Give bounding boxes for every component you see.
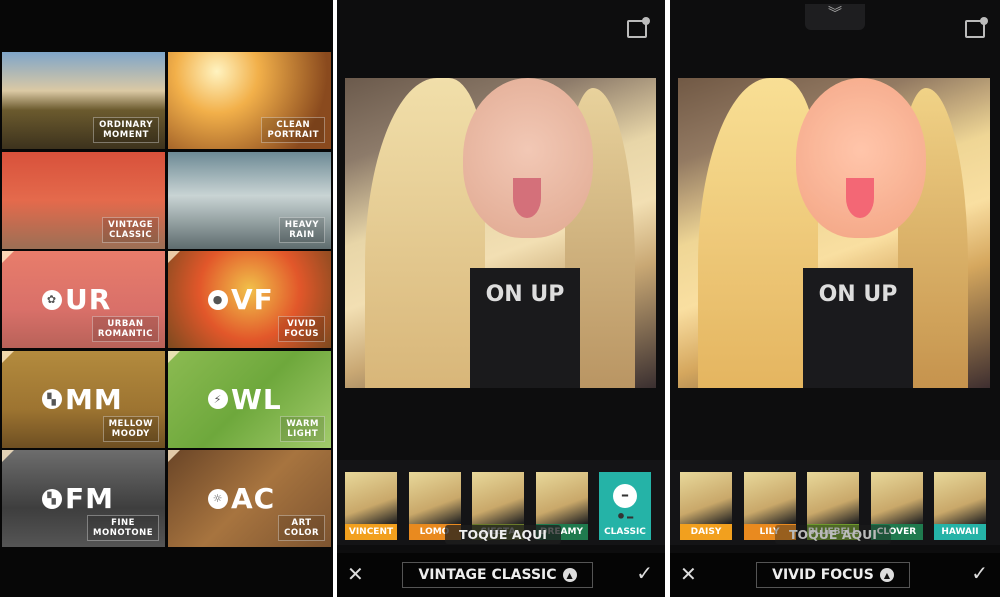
preset-abbreviation: ☼ AC [208, 482, 275, 515]
preset-tile[interactable]: ▚ FM FINE MONOTONE [2, 450, 165, 547]
editor-screen-vivid-focus: ︾ ON UP DAISY LILY BLUEBELL CLOVER HAWAII TO… [670, 0, 1000, 597]
preset-tile[interactable]: ● VF VIVID FOCUS [168, 251, 331, 348]
preset-abbreviation: ● VF [208, 283, 274, 316]
preset-abbreviation: ⚡ WL [208, 383, 282, 416]
filter-thumbnail[interactable]: HAWAII [934, 472, 986, 540]
preset-label: HEAVY RAIN [278, 216, 325, 243]
checkmark-icon[interactable]: ✓ [636, 561, 653, 585]
preset-name-button[interactable]: VIVID FOCUS ▲ [756, 562, 910, 588]
preset-abbreviation: ✿ UR [42, 283, 111, 316]
tooltip: TOQUE AQUI [445, 525, 561, 544]
photo-preview: ON UP [678, 78, 990, 388]
checker-icon: ▚ [42, 488, 62, 509]
preset-tile[interactable]: HEAVY RAIN [168, 151, 331, 249]
corner-flag [2, 450, 14, 462]
compare-icon[interactable] [965, 17, 988, 38]
preset-label: FINE MONOTONE [87, 515, 159, 541]
bottom-bar: ✕ VIVID FOCUS ▲ ✓ [670, 553, 1000, 597]
close-icon[interactable]: ✕ [347, 562, 364, 586]
preset-tile[interactable]: CLEAN PORTRAIT [168, 52, 331, 149]
bottom-bar: ✕ VINTAGE CLASSIC ▲ ✓ [337, 553, 665, 597]
corner-flag [2, 350, 14, 363]
close-icon[interactable]: ✕ [680, 562, 697, 586]
preset-name-button[interactable]: VINTAGE CLASSIC ▲ [402, 562, 593, 588]
preset-label: VINTAGE CLASSIC [102, 216, 159, 243]
preset-tile[interactable]: VINTAGE CLASSIC [2, 151, 165, 249]
preset-label: MELLOW MOODY [102, 415, 159, 442]
preset-label: VIVID FOCUS [278, 316, 325, 342]
preset-label: ART COLOR [278, 515, 325, 541]
corner-flag [168, 450, 180, 462]
slider-icon: –•– [613, 484, 637, 526]
preset-label: WARM LIGHT [280, 415, 325, 442]
corner-flag [168, 251, 180, 263]
filter-thumbnail[interactable]: VINCENT [345, 472, 397, 540]
tooltip: TOQUE AQUI [775, 525, 891, 544]
preset-abbreviation: ▚ MM [42, 383, 123, 416]
lightning-icon: ⚡ [208, 389, 228, 409]
preset-abbreviation: ▚ FM [42, 482, 114, 515]
preset-tile[interactable]: ▚ MM MELLOW MOODY [2, 350, 165, 448]
triangle-up-icon: ▲ [879, 568, 894, 582]
editor-screen-vintage-classic: ON UP VINCENTLOMOSIESTADREAMY–•–CLASSIC … [337, 0, 665, 597]
corner-flag [2, 251, 14, 263]
preset-label: URBAN ROMANTIC [91, 316, 159, 342]
photo-preview: ON UP [345, 78, 656, 388]
filter-thumbnail[interactable]: –•– CLASSIC [599, 472, 651, 540]
preset-tile[interactable]: ⚡ WL WARM LIGHT [168, 350, 331, 448]
preset-label: ORDINARY MOMENT [93, 117, 159, 143]
flower-icon: ✿ [42, 289, 62, 310]
preset-label: CLEAN PORTRAIT [261, 117, 325, 143]
compare-icon[interactable] [627, 17, 650, 38]
checker-icon: ▚ [42, 389, 62, 409]
preset-tile[interactable]: ✿ UR URBAN ROMANTIC [2, 251, 165, 348]
preset-tile[interactable]: ORDINARY MOMENT [2, 52, 165, 149]
filter-thumbnail[interactable]: DAISY [680, 472, 732, 540]
drop-icon: ● [208, 289, 228, 310]
checkmark-icon[interactable]: ✓ [971, 561, 988, 585]
corner-flag [168, 350, 180, 363]
pull-down-handle[interactable]: ︾ [805, 4, 865, 30]
preset-gallery-screen: ORDINARY MOMENT CLEAN PORTRAIT VINTAGE CLASSI… [0, 0, 333, 597]
preset-tile[interactable]: ☼ AC ART COLOR [168, 450, 331, 547]
triangle-up-icon: ▲ [562, 568, 577, 582]
sun-icon: ☼ [208, 488, 228, 509]
